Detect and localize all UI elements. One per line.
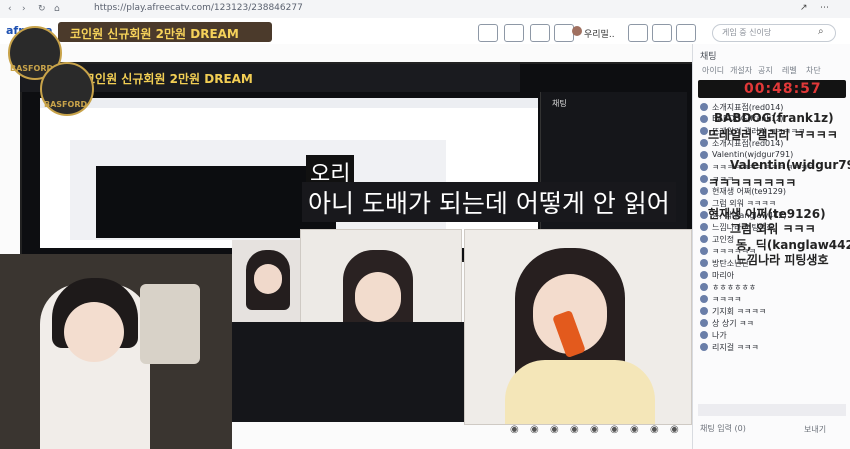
search-icon[interactable]: ⌕ xyxy=(818,26,824,37)
control-icon-4[interactable]: ◉ xyxy=(570,424,579,435)
user-name[interactable]: 우리밀.. xyxy=(584,27,615,40)
timer: 00:48:57 xyxy=(744,81,822,97)
chat-input[interactable]: 채팅 입력 (0) xyxy=(700,423,746,434)
avatar[interactable] xyxy=(572,26,582,36)
chat-message: ㅎㅎㅎㅎㅎㅎ xyxy=(700,282,844,292)
chat-toolbar xyxy=(698,404,846,416)
chat-message: 기지회 ㅋㅋㅋㅋ xyxy=(700,306,844,316)
control-icon-8[interactable]: ◉ xyxy=(650,424,659,435)
control-icon-9[interactable]: ◉ xyxy=(670,424,679,435)
jacket-hanging xyxy=(140,284,200,364)
chat-tab[interactable]: 레벨 xyxy=(782,65,797,76)
search-placeholder: 게임 중 신이당 xyxy=(722,28,772,37)
nested-browser-3 xyxy=(96,166,336,238)
webcam-tile xyxy=(0,254,232,449)
camera-icon[interactable] xyxy=(504,24,524,42)
overlay-line: BABDOG(frank1z) xyxy=(714,111,834,125)
chat-tab[interactable]: 개설자 xyxy=(730,65,752,76)
reload-icon[interactable]: ↻ xyxy=(38,4,46,14)
control-icon-7[interactable]: ◉ xyxy=(630,424,639,435)
chat-icon[interactable] xyxy=(652,24,672,42)
chat-title: 채팅 xyxy=(700,52,717,62)
chat-message: ㅋㅋㅋㅋ xyxy=(700,294,844,304)
sweater-large xyxy=(505,360,655,424)
chat-message: 마리아 xyxy=(700,270,844,280)
home-icon[interactable]: ⌂ xyxy=(54,4,60,14)
forward-icon[interactable]: › xyxy=(22,4,26,14)
broadcast-icon[interactable] xyxy=(530,24,550,42)
address-bar[interactable]: https://play.afreecatv.com/123123/238846… xyxy=(94,3,303,13)
control-icon-3[interactable]: ◉ xyxy=(550,424,559,435)
chat-tab[interactable]: 차단 xyxy=(806,65,821,76)
chat-message: 상 상기 ㅋㅋ xyxy=(700,318,844,328)
face-medium xyxy=(355,272,401,322)
mail-icon[interactable] xyxy=(676,24,696,42)
overlay-line: ㅋㅋㅋㅋㅋㅋㅋㅋ xyxy=(708,176,797,190)
control-icon-2[interactable]: ◉ xyxy=(530,424,539,435)
captured-chat-title: 채팅 xyxy=(552,99,567,108)
nested-tabbar xyxy=(40,98,538,108)
share-icon[interactable]: ↗ xyxy=(800,3,808,13)
video-tile-large xyxy=(464,229,692,425)
face-small xyxy=(254,264,282,294)
control-icon-5[interactable]: ◉ xyxy=(590,424,599,435)
captured-title: 코인원 신규회원 2만원 DREAM xyxy=(84,72,253,86)
caption-main: 아니 도배가 되는데 어떻게 안 읽어 xyxy=(302,182,676,222)
chat-tab[interactable]: 아이디 xyxy=(702,65,724,76)
back-icon[interactable]: ‹ xyxy=(8,4,12,14)
menu-icon[interactable]: ⋯ xyxy=(820,3,829,13)
chat-message: 리지걸 ㅋㅋㅋ xyxy=(700,342,844,352)
nested-dark-frame xyxy=(232,322,464,422)
video-tile-small xyxy=(232,240,304,325)
chat-message: 나가 xyxy=(700,330,844,340)
overlay-line: 느낌나라 피팅생호 xyxy=(736,253,829,267)
live-icon[interactable] xyxy=(478,24,498,42)
chat-tab[interactable]: 공지 xyxy=(758,65,773,76)
grid-icon[interactable] xyxy=(628,24,648,42)
badge-text-2: BASFORD xyxy=(44,100,88,109)
stream-title: 코인원 신규회원 2만원 DREAM xyxy=(70,27,239,41)
control-icon-1[interactable]: ◉ xyxy=(510,424,519,435)
face xyxy=(64,302,124,362)
overlay-line: 그럼 외워 ㅋㅋㅋ xyxy=(730,222,816,236)
overlay-line: 뜨레일러 갤러리 ㅋㅋㅋㅋ xyxy=(708,128,838,142)
overlay-line: Valentin(wjdgur791) xyxy=(730,158,850,172)
notification-icon[interactable] xyxy=(554,24,574,42)
send-button[interactable]: 보내기 xyxy=(804,424,826,435)
control-icon-6[interactable]: ◉ xyxy=(610,424,619,435)
